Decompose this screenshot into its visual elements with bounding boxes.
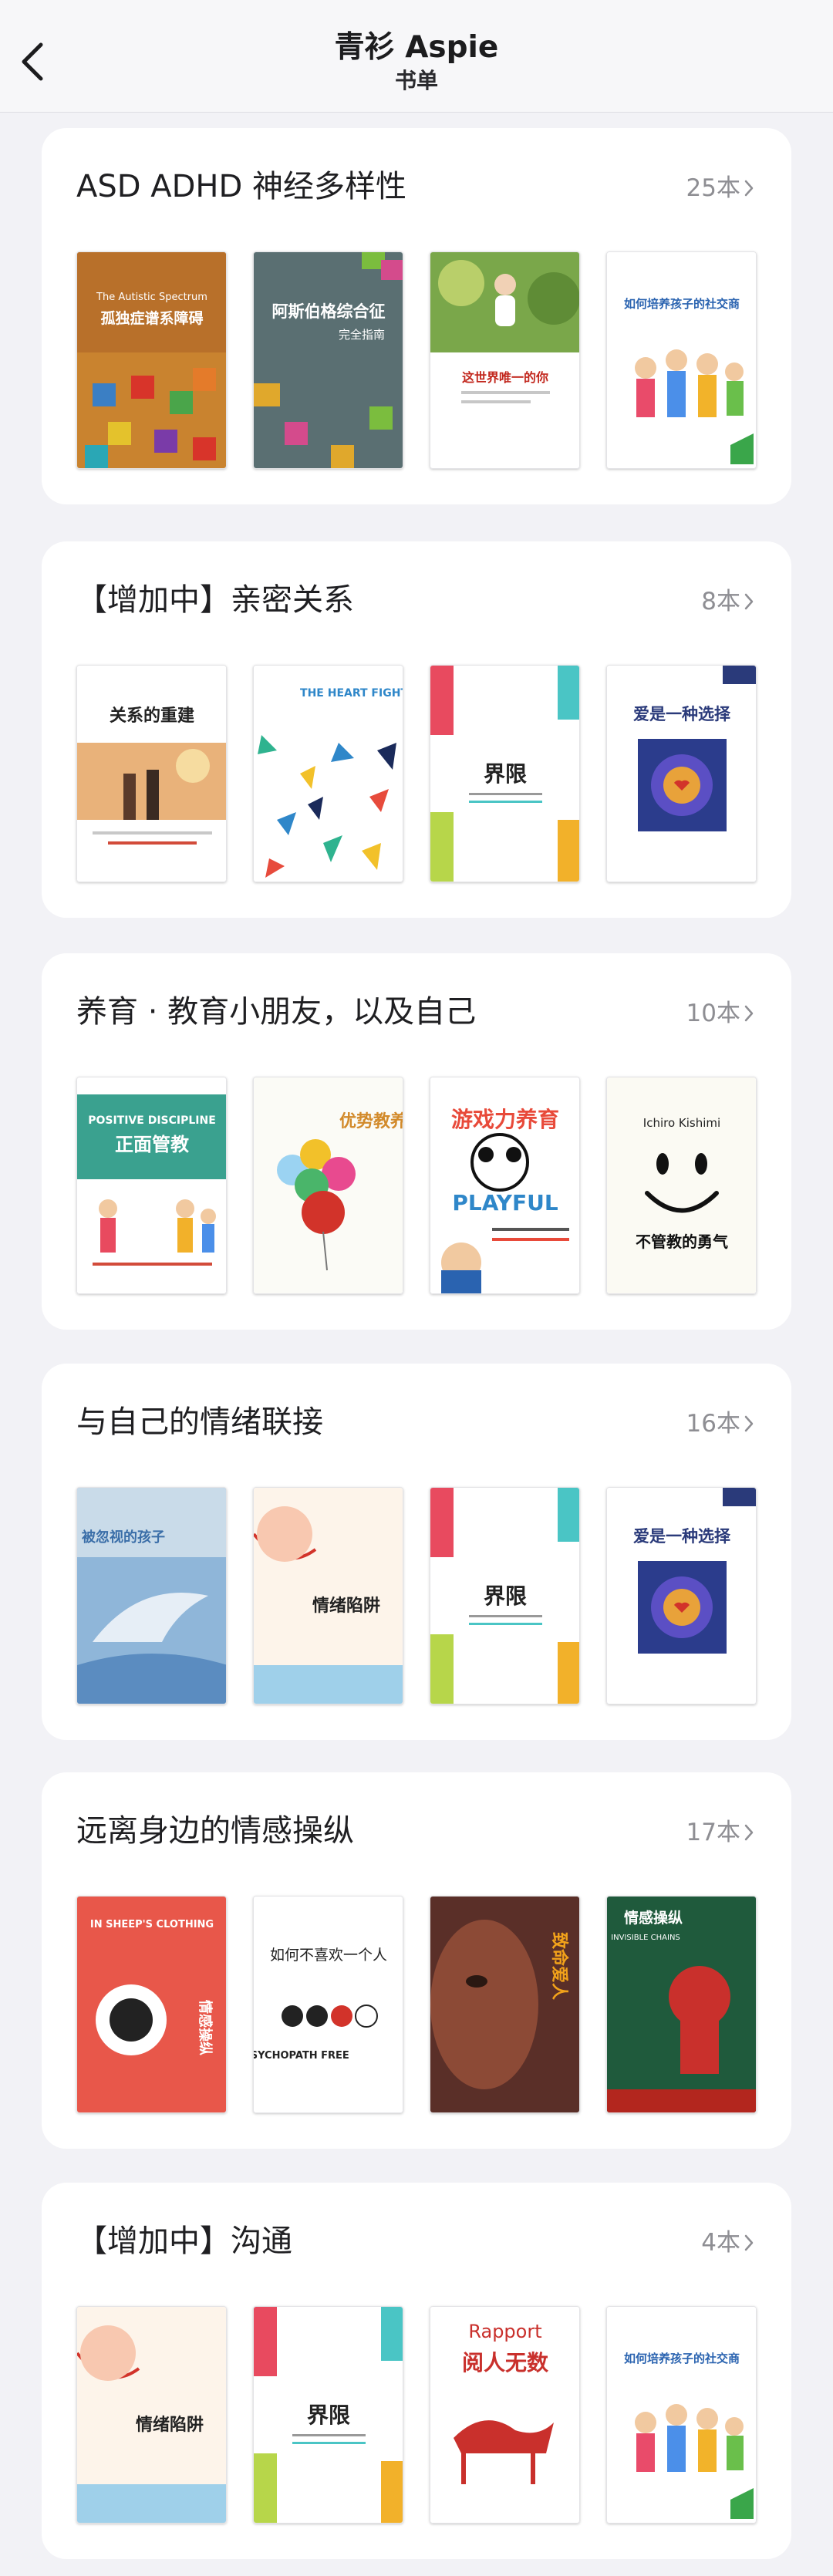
book-cover[interactable]: 如何不喜欢一个人 PSYCHOPATH FREE bbox=[253, 1896, 403, 2113]
section-count[interactable]: 8本 bbox=[701, 586, 754, 617]
chevron-right-icon bbox=[744, 180, 754, 197]
book-cover[interactable]: 界限 bbox=[430, 1487, 580, 1704]
section-count[interactable]: 17本 bbox=[686, 1817, 754, 1848]
book-cover[interactable]: 情感操纵 INVISIBLE CHAINS bbox=[606, 1896, 757, 2113]
book-title: 如何培养孩子的社交商 bbox=[624, 2352, 740, 2365]
book-cover[interactable]: 优势教养 bbox=[253, 1077, 403, 1294]
book-covers-row: 情绪陷阱 界限 Rapport 阅人无数 如何培养孩子的社交商 bbox=[76, 2306, 757, 2524]
book-title: 如何不喜欢一个人 bbox=[270, 1947, 387, 1964]
book-title: 这世界唯一的你 bbox=[462, 370, 548, 385]
count-label: 10本 bbox=[686, 1000, 740, 1027]
book-subtitle: 完全指南 bbox=[339, 328, 385, 342]
book-title: 致命爱人 bbox=[549, 1932, 569, 2000]
book-cover[interactable]: Rapport 阅人无数 bbox=[430, 2306, 580, 2524]
book-title: 孤独症谱系障碍 bbox=[100, 309, 203, 327]
section-title: ASD ADHD 神经多样性 bbox=[76, 169, 407, 204]
chevron-right-icon bbox=[744, 1005, 754, 1022]
section-title: 与自己的情绪联接 bbox=[76, 1404, 323, 1440]
book-cover[interactable]: 界限 bbox=[430, 665, 580, 882]
chevron-right-icon bbox=[744, 1824, 754, 1841]
book-cover[interactable]: The Autistic Spectrum 孤独症谱系障碍 bbox=[76, 251, 227, 469]
chevron-right-icon bbox=[744, 1415, 754, 1432]
book-title: 游戏力养育 bbox=[451, 1107, 559, 1132]
book-cover[interactable]: 被忽视的孩子 bbox=[76, 1487, 227, 1704]
book-title: 不管教的勇气 bbox=[636, 1232, 728, 1251]
book-cover[interactable]: POSITIVE DISCIPLINE 正面管教 bbox=[76, 1077, 227, 1294]
book-title: 界限 bbox=[484, 1583, 527, 1609]
book-title: 情感操纵 bbox=[624, 1909, 683, 1927]
book-cover[interactable]: Ichiro Kishimi 不管教的勇气 bbox=[606, 1077, 757, 1294]
book-title: 界限 bbox=[484, 761, 527, 787]
book-subtitle: IN SHEEP'S CLOTHING bbox=[90, 1919, 214, 1930]
page-title: 青衫 Aspie bbox=[334, 30, 499, 65]
section-title: 【增加中】亲密关系 bbox=[76, 582, 354, 618]
section-count[interactable]: 10本 bbox=[686, 998, 754, 1029]
book-subtitle: POSITIVE DISCIPLINE bbox=[88, 1114, 216, 1127]
section-title: 远离身边的情感操纵 bbox=[76, 1813, 354, 1849]
section-count[interactable]: 25本 bbox=[686, 173, 754, 204]
book-cover[interactable]: 情绪陷阱 bbox=[76, 2306, 227, 2524]
chevron-right-icon bbox=[744, 593, 754, 610]
book-title: 优势教养 bbox=[339, 1111, 403, 1131]
section-title: 养育 · 教育小朋友，以及自己 bbox=[76, 994, 477, 1030]
section-count[interactable]: 4本 bbox=[701, 2227, 754, 2258]
chevron-right-icon bbox=[744, 2234, 754, 2251]
book-title: 阿斯伯格综合征 bbox=[272, 302, 386, 321]
count-label: 4本 bbox=[701, 2229, 740, 2257]
book-title: 情绪陷阱 bbox=[312, 1596, 380, 1616]
booklist-card-parenting[interactable]: 养育 · 教育小朋友，以及自己 10本 POSITIVE DISCIPLINE … bbox=[42, 953, 791, 1330]
book-title: 如何培养孩子的社交商 bbox=[624, 297, 740, 311]
page-subtitle: 书单 bbox=[394, 68, 438, 93]
book-subtitle: PSYCHOPATH FREE bbox=[254, 2050, 349, 2062]
book-subtitle: PLAYFUL bbox=[452, 1190, 558, 1216]
book-cover[interactable]: THE HEART FIGHT bbox=[253, 665, 403, 882]
booklist-card-emotions[interactable]: 与自己的情绪联接 16本 被忽视的孩子 情绪陷阱 界限 爱是一种选择 bbox=[42, 1364, 791, 1740]
book-covers-row: IN SHEEP'S CLOTHING 情感操纵 如何不喜欢一个人 PSYCHO… bbox=[76, 1896, 757, 2113]
book-title: 阅人无数 bbox=[462, 2350, 549, 2375]
book-cover[interactable]: 如何培养孩子的社交商 bbox=[606, 251, 757, 469]
book-title: 被忽视的孩子 bbox=[82, 1529, 165, 1546]
booklist-card-communication[interactable]: 【增加中】沟通 4本 情绪陷阱 界限 Rapport 阅人无数 如何培养孩子的社… bbox=[42, 2183, 791, 2559]
book-cover[interactable]: 关系的重建 bbox=[76, 665, 227, 882]
book-cover[interactable]: 界限 bbox=[253, 2306, 403, 2524]
book-title: THE HEART FIGHT bbox=[300, 687, 403, 700]
section-count[interactable]: 16本 bbox=[686, 1408, 754, 1439]
book-subtitle: Rapport bbox=[468, 2321, 541, 2342]
book-covers-row: POSITIVE DISCIPLINE 正面管教 优势教养 游戏力养育 PLAY… bbox=[76, 1077, 757, 1294]
book-subtitle: Ichiro Kishimi bbox=[643, 1116, 720, 1130]
count-label: 17本 bbox=[686, 1819, 740, 1846]
book-cover[interactable]: 致命爱人 bbox=[430, 1896, 580, 2113]
booklist-card-intimacy[interactable]: 【增加中】亲密关系 8本 关系的重建 THE HEART FIGHT 界限 爱是… bbox=[42, 541, 791, 918]
book-title: 关系的重建 bbox=[110, 706, 194, 726]
book-covers-row: 被忽视的孩子 情绪陷阱 界限 爱是一种选择 bbox=[76, 1487, 757, 1704]
book-title: 界限 bbox=[307, 2402, 350, 2428]
section-title: 【增加中】沟通 bbox=[76, 2224, 292, 2259]
count-label: 16本 bbox=[686, 1410, 740, 1438]
book-cover[interactable]: 这世界唯一的你 bbox=[430, 251, 580, 469]
book-cover[interactable]: 爱是一种选择 bbox=[606, 1487, 757, 1704]
book-covers-row: The Autistic Spectrum 孤独症谱系障碍 阿斯伯格综合征 完全… bbox=[76, 251, 757, 469]
book-subtitle: The Autistic Spectrum bbox=[96, 292, 207, 303]
book-cover[interactable]: 游戏力养育 PLAYFUL bbox=[430, 1077, 580, 1294]
book-title: 情感操纵 bbox=[197, 2000, 214, 2055]
book-title: 爱是一种选择 bbox=[633, 1527, 731, 1546]
book-cover[interactable]: 如何培养孩子的社交商 bbox=[606, 2306, 757, 2524]
count-label: 8本 bbox=[701, 588, 740, 615]
book-cover[interactable]: 爱是一种选择 bbox=[606, 665, 757, 882]
booklist-card-manipulation[interactable]: 远离身边的情感操纵 17本 IN SHEEP'S CLOTHING 情感操纵 如… bbox=[42, 1772, 791, 2149]
navigation-bar: 青衫 Aspie 书单 bbox=[0, 0, 833, 113]
book-title: 爱是一种选择 bbox=[633, 705, 731, 723]
book-subtitle: INVISIBLE CHAINS bbox=[611, 1934, 680, 1942]
booklist-card-asd[interactable]: ASD ADHD 神经多样性 25本 The Autistic Spectrum… bbox=[42, 128, 791, 504]
book-title: 正面管教 bbox=[115, 1134, 190, 1155]
book-cover[interactable]: 阿斯伯格综合征 完全指南 bbox=[253, 251, 403, 469]
book-cover[interactable]: 情绪陷阱 bbox=[253, 1487, 403, 1704]
book-title: 情绪陷阱 bbox=[136, 2415, 204, 2435]
count-label: 25本 bbox=[686, 174, 740, 202]
book-covers-row: 关系的重建 THE HEART FIGHT 界限 爱是一种选择 bbox=[76, 665, 757, 882]
book-cover[interactable]: IN SHEEP'S CLOTHING 情感操纵 bbox=[76, 1896, 227, 2113]
